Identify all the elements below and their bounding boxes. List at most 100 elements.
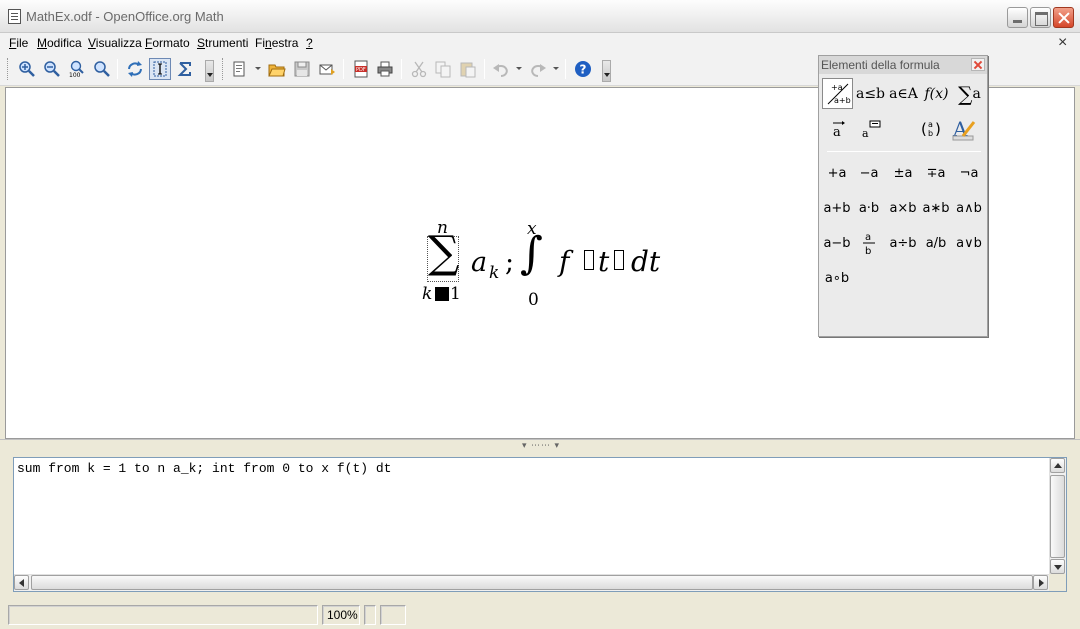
splitter-grip[interactable]: ▾ ⋯⋯ ▾	[522, 440, 560, 451]
save-button[interactable]	[291, 58, 313, 80]
differential: dt	[631, 245, 661, 278]
menu-finestra[interactable]: Finestra	[255, 36, 298, 50]
command-text[interactable]: sum from k = 1 to n a_k; int from 0 to x…	[17, 461, 391, 476]
svg-text:?: ?	[580, 63, 587, 77]
help-button[interactable]: ?	[572, 58, 594, 80]
scroll-left-button[interactable]	[14, 575, 29, 590]
view-splitter[interactable]: ▾ ⋯⋯ ▾	[0, 439, 1080, 453]
operator-not[interactable]: ¬a	[953, 158, 985, 188]
cut-button[interactable]	[408, 58, 430, 80]
help-icon: ?	[575, 61, 591, 77]
operator-minus-plus[interactable]: ∓a	[920, 158, 952, 188]
category-others[interactable]: a	[855, 113, 886, 144]
symbols-button[interactable]	[174, 58, 196, 80]
toolbar-grip[interactable]	[222, 58, 225, 80]
redo-button[interactable]	[527, 58, 549, 80]
scroll-right-button[interactable]	[1033, 575, 1048, 590]
zoom-100-icon: 100	[69, 60, 84, 78]
vertical-scroll-thumb[interactable]	[1050, 475, 1065, 558]
horizontal-scroll-thumb[interactable]	[31, 575, 1033, 590]
term-a: a	[471, 247, 488, 278]
minimize-button[interactable]	[1007, 7, 1028, 28]
operator-minus[interactable]: −a	[853, 158, 885, 188]
menu-modifica[interactable]: Modifica	[37, 36, 82, 50]
save-icon	[294, 61, 310, 77]
undo-button[interactable]	[490, 58, 512, 80]
close-window-button[interactable]	[1053, 7, 1074, 28]
toolbar-grip[interactable]	[7, 58, 10, 80]
operator-and[interactable]: a∧b	[953, 193, 985, 223]
cursor-icon	[153, 61, 167, 77]
svg-text:a: a	[865, 232, 871, 243]
zoom-100-button[interactable]: 100	[66, 58, 88, 80]
scroll-down-button[interactable]	[1050, 559, 1065, 574]
others-icon: a	[862, 120, 880, 139]
horizontal-scrollbar[interactable]	[14, 574, 1050, 591]
category-functions[interactable]: f(x)	[921, 78, 952, 109]
maximize-button[interactable]	[1030, 7, 1051, 28]
redo-dropdown-arrow[interactable]	[553, 67, 559, 70]
operator-cdot[interactable]: a·b	[853, 193, 885, 223]
integral-symbol: ∫	[520, 228, 543, 279]
operator-add[interactable]: a+b	[821, 193, 853, 223]
svg-text:PDF: PDF	[356, 67, 366, 73]
palette-title-bar[interactable]: Elementi della formula	[819, 56, 987, 74]
menu-visualizza[interactable]: Visualizza	[88, 36, 142, 50]
category-attributes[interactable]: a	[822, 113, 853, 144]
operator-circ[interactable]: a∘b	[821, 263, 853, 293]
pdf-icon: PDF	[354, 60, 368, 78]
zoom-all-button[interactable]	[91, 58, 113, 80]
category-operators[interactable]: ∑ a	[954, 78, 985, 109]
menu-help[interactable]: ?	[306, 36, 313, 50]
menu-formato[interactable]: Formato	[145, 36, 190, 50]
formula-cursor-button[interactable]	[149, 58, 171, 80]
operator-slash[interactable]: a/b	[920, 228, 952, 258]
commands-editor[interactable]: sum from k = 1 to n a_k; int from 0 to x…	[13, 457, 1067, 592]
separator: ;	[505, 247, 515, 278]
category-format[interactable]: A	[948, 113, 979, 144]
toolbar-separator	[565, 59, 566, 79]
operator-fraction[interactable]: ab	[853, 228, 885, 258]
operator-plus-minus[interactable]: ±a	[887, 158, 919, 188]
menu-strumenti[interactable]: Strumenti	[197, 36, 248, 50]
undo-dropdown-arrow[interactable]	[516, 67, 522, 70]
status-bar: 100%	[0, 602, 1080, 629]
zoom-status[interactable]: 100%	[322, 605, 360, 625]
zoom-out-button[interactable]	[41, 58, 63, 80]
fraction-icon: ab	[863, 232, 875, 256]
scroll-up-button[interactable]	[1050, 458, 1065, 473]
operator-or[interactable]: a∨b	[953, 228, 985, 258]
svg-text:a: a	[833, 125, 841, 139]
operator-divide[interactable]: a÷b	[887, 228, 919, 258]
toolbar-overflow-button[interactable]	[205, 60, 214, 82]
vector-attribute-icon: a	[832, 120, 845, 139]
vertical-scrollbar[interactable]	[1049, 458, 1066, 575]
operator-ast[interactable]: a∗b	[920, 193, 952, 223]
formula-elements-panel: Elementi della formula +a a+b a≤b a∈A f(x…	[818, 55, 988, 337]
integrand-f: f	[559, 245, 570, 278]
category-relations[interactable]: a≤b	[855, 78, 886, 109]
email-button[interactable]	[316, 58, 338, 80]
open-button[interactable]	[266, 58, 288, 80]
zoom-in-button[interactable]	[16, 58, 38, 80]
category-brackets[interactable]: (a b)	[915, 113, 946, 144]
sum-symbol: ∑	[428, 227, 460, 278]
operator-subtract[interactable]: a−b	[821, 228, 853, 258]
menu-file[interactable]: File	[9, 36, 28, 50]
operator-plus[interactable]: +a	[821, 158, 853, 188]
new-button[interactable]	[229, 58, 251, 80]
update-button[interactable]	[124, 58, 146, 80]
category-unary-binary[interactable]: +a a+b	[822, 78, 853, 109]
paste-button[interactable]	[457, 58, 479, 80]
missing-glyph-icon	[584, 250, 594, 270]
palette-close-button[interactable]	[971, 58, 985, 71]
export-pdf-button[interactable]: PDF	[350, 58, 372, 80]
print-button[interactable]	[374, 58, 396, 80]
category-set-operations[interactable]: a∈A	[888, 78, 919, 109]
close-document-icon[interactable]: ×	[1058, 34, 1067, 52]
copy-button[interactable]	[432, 58, 454, 80]
status-message	[8, 605, 318, 625]
toolbar-overflow-button[interactable]	[602, 60, 611, 82]
new-dropdown-arrow[interactable]	[255, 67, 261, 70]
operator-times[interactable]: a×b	[887, 193, 919, 223]
